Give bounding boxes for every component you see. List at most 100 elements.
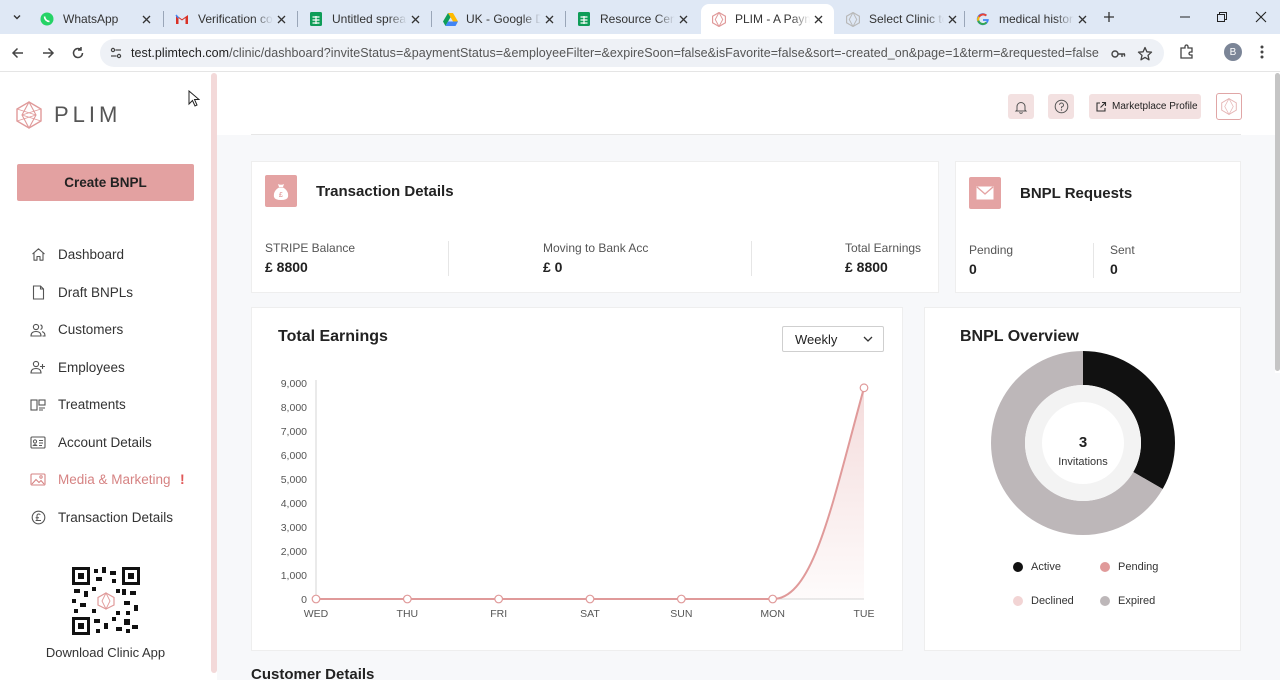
close-tab-icon[interactable] <box>810 11 826 27</box>
total-earnings-card: Total Earnings 0 1,000 2,000 3,000 4,000 5,00… <box>251 307 903 651</box>
stat-divider <box>1093 243 1094 278</box>
sidebar-item-media-marketing[interactable]: Media & Marketing! <box>30 461 190 499</box>
more-vertical-icon <box>1260 45 1264 59</box>
y-tick-label: 7,000 <box>281 426 307 438</box>
sidebar-item-treatments[interactable]: Treatments <box>30 386 190 424</box>
tab-search-button[interactable] <box>6 7 28 27</box>
chevron-down-icon <box>13 15 21 20</box>
mouse-cursor-icon <box>188 90 200 107</box>
data-point <box>768 594 778 604</box>
whatsapp-icon <box>39 11 55 27</box>
chevron-down-icon <box>863 336 873 342</box>
tab-title: Select Clinic to continue <box>869 12 944 26</box>
close-icon <box>1255 11 1267 23</box>
reload-icon <box>72 47 84 59</box>
legend-swatch <box>1013 562 1023 572</box>
restore-button[interactable] <box>1211 6 1233 28</box>
sidebar-item-dashboard[interactable]: Dashboard <box>30 236 190 274</box>
x-tick-label: SUN <box>670 608 692 620</box>
users-icon <box>30 322 46 338</box>
new-tab-button[interactable] <box>1098 7 1120 27</box>
password-key-icon[interactable] <box>1109 45 1127 63</box>
close-window-button[interactable] <box>1250 6 1272 28</box>
legend-swatch <box>1100 596 1110 606</box>
browser-tab[interactable]: medical history <box>965 4 1098 34</box>
create-bnpl-button[interactable]: Create BNPL <box>17 164 194 201</box>
bnpl-requests-title: BNPL Requests <box>1020 185 1133 202</box>
data-point <box>494 594 504 604</box>
close-tab-icon[interactable] <box>273 11 289 27</box>
legend-item-declined[interactable]: Declined <box>1013 595 1074 607</box>
plim-logo[interactable]: PLIM <box>16 101 121 129</box>
legend-label: Declined <box>1031 595 1074 607</box>
total-earnings-label: Total Earnings <box>845 241 922 255</box>
arrow-left-icon <box>11 47 23 59</box>
url-field[interactable]: test.plimtech.com/clinic/dashboard?invit… <box>100 39 1164 67</box>
close-tab-icon[interactable] <box>944 11 960 27</box>
page-scrollbar-thumb[interactable] <box>1275 73 1280 371</box>
stat-divider <box>751 241 752 276</box>
sidebar-item-label: Treatments <box>58 397 126 413</box>
plus-icon <box>1104 12 1114 22</box>
bnpl-donut-chart <box>991 351 1175 535</box>
browser-tab[interactable]: Untitled spreadsheet <box>298 4 431 34</box>
url-host: test.plimtech.com <box>131 46 230 60</box>
tab-separator <box>163 11 164 27</box>
browser-menu-button[interactable] <box>1257 42 1267 62</box>
browser-tab[interactable]: Resource Centre <box>566 4 699 34</box>
close-tab-icon[interactable] <box>407 11 423 27</box>
minimize-button[interactable] <box>1174 6 1196 28</box>
help-button[interactable] <box>1048 94 1074 119</box>
legend-item-expired[interactable]: Expired <box>1100 595 1155 607</box>
extensions-button[interactable] <box>1178 43 1198 63</box>
clinic-avatar[interactable] <box>1216 93 1242 120</box>
bell-icon <box>1014 101 1028 114</box>
x-tick-label: TUE <box>854 608 875 620</box>
browser-tab[interactable]: UK - Google Drive <box>432 4 565 34</box>
period-dropdown[interactable]: Weekly <box>782 326 884 352</box>
restore-icon <box>1217 12 1227 22</box>
notifications-button[interactable] <box>1008 94 1034 119</box>
main-content: Marketplace Profile £ Transaction Detail… <box>217 73 1280 680</box>
bnpl-requests-card: BNPL Requests Pending 0 Sent 0 <box>955 161 1241 293</box>
browser-tab[interactable]: PLIM - A Payment <box>701 4 834 34</box>
legend-swatch <box>1013 596 1023 606</box>
forward-button[interactable] <box>38 43 58 63</box>
tab-separator <box>964 11 965 27</box>
marketplace-profile-button[interactable]: Marketplace Profile <box>1089 94 1201 119</box>
sidebar-item-label: Employees <box>58 359 125 375</box>
y-tick-label: 6,000 <box>281 450 307 462</box>
close-tab-icon[interactable] <box>541 11 557 27</box>
y-tick-label: 2,000 <box>281 546 307 558</box>
legend-item-pending[interactable]: Pending <box>1100 561 1158 573</box>
browser-tab[interactable]: Verification code <box>164 4 297 34</box>
plim-logo-icon <box>16 101 42 129</box>
site-settings-icon[interactable] <box>108 45 124 61</box>
tab-title: medical history <box>999 12 1074 26</box>
reload-button[interactable] <box>68 43 88 63</box>
sidebar-item-account-details[interactable]: Account Details <box>30 424 190 462</box>
legend-item-active[interactable]: Active <box>1013 561 1061 573</box>
data-point <box>676 594 686 604</box>
earnings-area-chart: 0 1,000 2,000 3,000 4,000 5,000 6,000 7,000 8,00… <box>281 378 875 620</box>
back-button[interactable] <box>8 43 28 63</box>
sidebar-item-customers[interactable]: Customers <box>30 311 190 349</box>
tab-title: UK - Google Drive <box>466 12 541 26</box>
sidebar-item-draft-bnpls[interactable]: Draft BNPLs <box>30 274 190 312</box>
close-tab-icon[interactable] <box>675 11 691 27</box>
profile-avatar[interactable]: B <box>1224 43 1242 61</box>
sidebar-item-transaction-details[interactable]: Transaction Details <box>30 499 190 537</box>
bookmark-star-icon[interactable] <box>1136 45 1154 63</box>
stripe-balance-label: STRIPE Balance <box>265 241 356 255</box>
page-scrollbar[interactable] <box>1275 73 1280 373</box>
sidebar-item-employees[interactable]: Employees <box>30 349 190 387</box>
browser-tab[interactable]: WhatsApp <box>29 4 162 34</box>
sidebar-item-label: Media & Marketing <box>58 472 171 488</box>
close-tab-icon[interactable] <box>138 11 154 27</box>
close-tab-icon[interactable] <box>1074 11 1090 27</box>
download-clinic-app-label[interactable]: Download Clinic App <box>0 645 211 660</box>
tab-separator <box>297 11 298 27</box>
legend-label: Pending <box>1118 561 1159 573</box>
browser-tab[interactable]: Select Clinic to continue <box>835 4 968 34</box>
qr-code[interactable] <box>72 567 140 635</box>
